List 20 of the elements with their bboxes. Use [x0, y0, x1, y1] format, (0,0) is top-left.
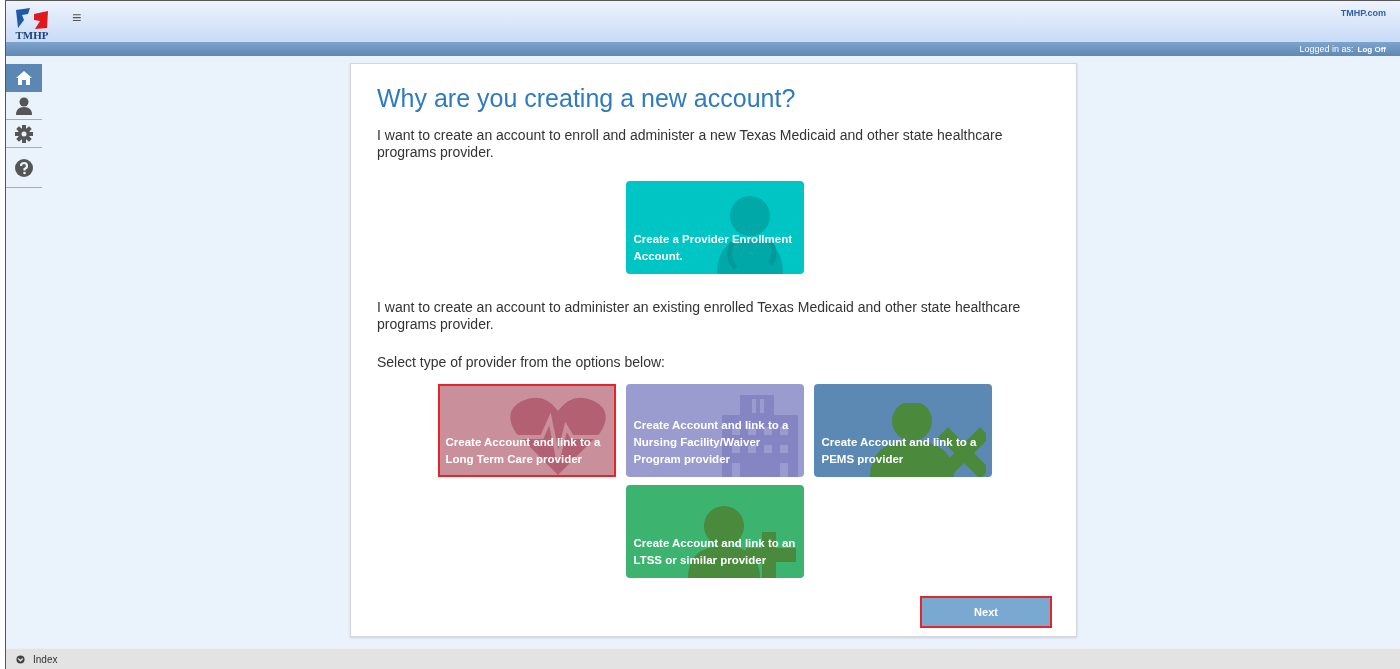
page-title: Why are you creating a new account? — [377, 84, 797, 113]
help-icon — [15, 158, 33, 177]
select-prompt: Select type of provider from the options below: — [377, 354, 666, 371]
sidebar-item[interactable] — [6, 64, 42, 92]
user-icon — [16, 96, 32, 115]
provider-tile[interactable]: Create Account and link to a Nursing Facility/Waiver Program provider — [625, 384, 804, 477]
intro-paragraph: I want to create an account to enroll and administer a new Texas Medicaid and other state healthcare programs provider. — [377, 127, 1004, 161]
provider-tile[interactable]: Create Account and link to an LTSS or similar provider — [625, 485, 804, 578]
log-off-link[interactable]: Log Off — [1357, 44, 1386, 54]
next-button[interactable]: Next — [920, 596, 1052, 628]
provider-tile[interactable]: Create a Provider Enrollment Account. — [625, 181, 804, 274]
tmhp-link[interactable]: TMHP.com — [1340, 8, 1386, 18]
chevron-circle-icon[interactable] — [16, 654, 25, 664]
index-label[interactable]: Index — [33, 653, 58, 665]
home-icon — [15, 70, 33, 86]
logged-in-label: Logged in as: — [1299, 44, 1354, 54]
intro-paragraph: I want to create an account to administer an existing enrolled Texas Medicaid and other state healthcare programs provider. — [377, 299, 1022, 333]
settings-icon — [15, 124, 33, 143]
tmhp-logo[interactable]: TMHP — [10, 1, 54, 41]
provider-tile[interactable]: Create Account and link to a Long Term Care provider — [437, 384, 616, 477]
